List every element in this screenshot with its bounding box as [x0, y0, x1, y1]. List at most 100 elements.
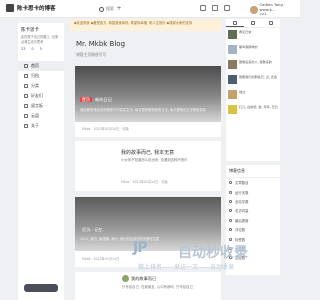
nav-item-about[interactable]: 关于	[18, 121, 64, 131]
recent-title: 打几, 在新增, 发, 年年, 日日	[239, 105, 278, 109]
left-sidebar: 陈卡思卡 走在属于自己的路上, 记录点滴生活与思考 23 0 5 首页 归档 分…	[18, 23, 64, 300]
post-excerpt: 只写给自己, 在我朋友, 心中有我吗, 只写给自己	[122, 285, 193, 289]
post-excerpt: 我这都是我经历的路程中的真实文字, 每次更新都是我的日记, 每天更新的文字都是真…	[80, 108, 207, 112]
info-icon	[24, 124, 28, 128]
watermark-text: 自动秒收录	[178, 245, 248, 261]
text-icon	[229, 199, 232, 203]
grid-icon[interactable]	[224, 5, 230, 11]
user-menu[interactable]: Caitlen Tong · www.k... Lv1	[250, 2, 300, 17]
user-level: Lv1	[259, 11, 267, 16]
post-title[interactable]: 我的故事而已	[131, 276, 156, 282]
nav-item-archive[interactable]: 归档	[18, 71, 64, 81]
comment-icon	[229, 228, 232, 232]
search-icon[interactable]	[99, 6, 104, 12]
brand[interactable]: 陈卡思卡的博客	[6, 4, 56, 12]
home-icon	[24, 64, 28, 68]
recent-item[interactable]: 地过	[226, 88, 280, 103]
nav-label: 留言板	[31, 103, 43, 108]
doc-icon	[229, 181, 232, 185]
recent-title: 致敬后来的人, 致敬来的	[239, 60, 272, 64]
clock-icon	[233, 20, 237, 25]
watermark: JP 自动秒收录 做上排名——来访一次——自动收录	[133, 240, 283, 276]
search-box[interactable]: 搜索 +	[97, 4, 131, 14]
post-title[interactable]: 我的故事而已, 我本无意	[121, 149, 174, 156]
page: 陈卡思卡的博客 搜索 + Caitlen Tong · www.k... Lv1…	[0, 0, 300, 300]
post-card[interactable]: 置顶 新的日记 我这都是我经历的路程中的真实文字, 每次更新都是我的日记, 每天…	[75, 66, 221, 137]
post-meta: Mkbk · 2023年01月10日	[82, 257, 120, 261]
nav-item-category[interactable]: 分类	[18, 81, 64, 91]
users-icon	[24, 94, 28, 98]
sidebar-action-button[interactable]	[24, 284, 58, 292]
panel-tabs	[226, 19, 280, 28]
recent-posts-panel: 再见日常 都叫我那样的 致敬后来的人, 致敬来的 致敬我们的那些日, 记, 还会…	[226, 19, 280, 161]
thumbnail	[228, 60, 237, 69]
info-row: 运行天数	[226, 187, 280, 196]
nav-label: 云盘	[31, 113, 39, 118]
bell-icon[interactable]	[200, 5, 206, 11]
thumbnail	[228, 105, 237, 114]
recent-title: 再见日常	[239, 30, 252, 34]
blog-subtitle: 博客主页随便写写	[76, 52, 107, 57]
thumbnail	[228, 90, 237, 99]
recent-title: 致敬我们的那些日, 记, 还会	[239, 75, 277, 79]
avatar[interactable]	[250, 5, 258, 14]
pinned-badge: 置顶	[80, 97, 92, 102]
archive-icon	[24, 74, 28, 78]
post-meta: Mkbk · 2023年01月10日 · 阅读	[82, 127, 129, 131]
recent-item[interactable]: 都叫我那样的	[226, 43, 280, 58]
tab-hot[interactable]	[244, 19, 262, 27]
shuffle-icon	[269, 21, 273, 25]
thumbnail	[228, 45, 237, 54]
message-icon	[24, 104, 28, 108]
nav-label: 归档	[31, 73, 39, 78]
post-excerpt: 小伙伴不知道怎么说出来, 没遇到这种不快乐	[121, 158, 188, 162]
tab-random[interactable]	[262, 19, 280, 27]
profile-name[interactable]: 陈卡思卡	[21, 27, 61, 33]
info-label: 评论数	[235, 228, 246, 233]
fire-icon	[251, 21, 255, 25]
info-row: 总访问量	[226, 206, 280, 215]
info-row: 最后更新	[226, 216, 280, 225]
stat-comments[interactable]: 0	[31, 47, 33, 51]
post-card[interactable]: 我的故事而已, 我本无意 小伙伴不知道怎么说出来, 没遇到这种不快乐 Mkbk …	[75, 141, 221, 191]
nav-label: 关于	[31, 123, 39, 128]
mail-icon[interactable]	[212, 5, 218, 11]
search-placeholder: 搜索	[106, 6, 114, 11]
nav-menu: 首页 归档 分类 好友们 留言板 云盘 关于	[18, 61, 64, 131]
info-label: 文章数目	[235, 181, 249, 186]
nav-label: 好友们	[31, 93, 43, 98]
profile-card: 陈卡思卡 走在属于自己的路上, 记录点滴生活与思考 23 0 5	[18, 23, 64, 55]
recent-item[interactable]: 打几, 在新增, 发, 年年, 日日	[226, 103, 280, 118]
top-icons	[200, 5, 230, 11]
stat-tags[interactable]: 5	[40, 47, 42, 51]
nav-item-cloud[interactable]: 云盘	[18, 111, 64, 121]
info-row: 全站字数	[226, 197, 280, 206]
post-cover[interactable]	[75, 66, 221, 122]
recent-title: 地过	[239, 90, 246, 94]
notice-bar: ◆欢迎来我 ◆备受各方, 希望我身体好, 希望你幸福, 祝人生快乐 ◆感谢大家的…	[70, 19, 222, 31]
post-title[interactable]: 近况 · 记忆	[82, 227, 103, 233]
profile-stats: 23 0 5	[21, 47, 61, 51]
panel-title: 博客信息	[226, 165, 280, 178]
stat-posts[interactable]: 23	[21, 47, 25, 51]
info-label: 运行天数	[235, 190, 249, 195]
plus-icon[interactable]: +	[116, 6, 122, 12]
recent-item[interactable]: 致敬后来的人, 致敬来的	[226, 58, 280, 73]
folder-icon	[24, 84, 28, 88]
nav-item-friends[interactable]: 好友们	[18, 91, 64, 101]
post-card[interactable]: 我的故事而已 只写给自己, 在我朋友, 心中有我吗, 只写给自己	[75, 272, 221, 300]
recent-title: 都叫我那样的	[239, 45, 258, 49]
info-label: 最后更新	[235, 218, 249, 223]
recent-item[interactable]: 再见日常	[226, 28, 280, 43]
tab-recent[interactable]	[226, 19, 244, 27]
info-row: 文章数目	[226, 178, 280, 187]
watermark-subtext: 做上排名——来访一次——自动收录	[138, 264, 235, 271]
info-row: 评论数	[226, 225, 280, 234]
recent-item[interactable]: 致敬我们的那些日, 记, 还会	[226, 73, 280, 88]
top-bar: 陈卡思卡的博客 搜索 + Caitlen Tong · www.k... Lv1	[0, 0, 300, 18]
nav-item-home[interactable]: 首页	[18, 61, 64, 71]
nav-item-guestbook[interactable]: 留言板	[18, 101, 64, 111]
post-title[interactable]: 新的日记	[95, 97, 112, 102]
clock-icon	[229, 218, 232, 222]
brand-name: 陈卡思卡的博客	[17, 6, 56, 12]
